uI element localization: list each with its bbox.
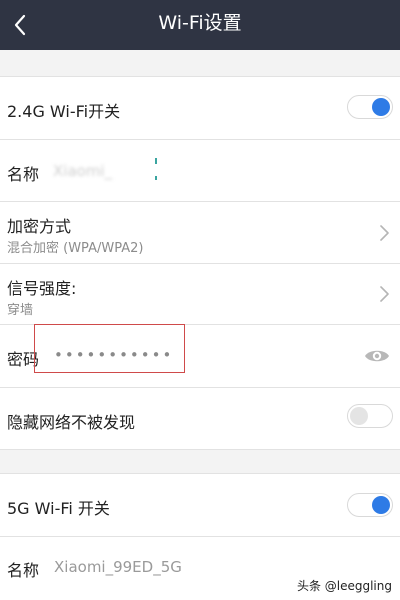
hidden-network-label: 隐藏网络不被发现	[7, 413, 136, 432]
chevron-right-icon	[380, 225, 389, 241]
chevron-right-icon	[380, 286, 389, 302]
wifi-24g-name-label: 名称	[7, 165, 40, 184]
signal-strength-value: 穿墙	[7, 303, 34, 318]
wifi-5g-name-value: Xiaomi_99ED_5G	[54, 558, 182, 576]
wifi-24g-toggle[interactable]	[347, 95, 393, 119]
text-cursor-mark	[155, 176, 157, 180]
toggle-knob	[350, 407, 368, 425]
eye-icon[interactable]	[364, 347, 390, 365]
toggle-knob	[372, 98, 390, 116]
wifi-24g-switch-row: 2.4G Wi-Fi开关	[0, 77, 400, 139]
wifi-5g-switch-row: 5G Wi-Fi 开关	[0, 474, 400, 536]
divider	[0, 449, 400, 450]
wifi-5g-switch-label: 5G Wi-Fi 开关	[7, 499, 110, 518]
watermark: 头条 @leeggling	[296, 579, 392, 593]
encryption-value: 混合加密 (WPA/WPA2)	[7, 241, 144, 256]
encryption-row[interactable]: 加密方式 混合加密 (WPA/WPA2)	[0, 202, 400, 263]
encryption-label: 加密方式	[7, 217, 72, 236]
wifi-24g-name-value: Xiaomi_	[53, 162, 113, 180]
hidden-network-toggle[interactable]	[347, 404, 393, 428]
text-cursor-mark	[155, 158, 157, 164]
wifi-5g-toggle[interactable]	[347, 493, 393, 517]
password-highlight-box	[34, 324, 185, 373]
page-title: Wi-Fi设置	[158, 12, 242, 34]
hidden-network-row: 隐藏网络不被发现	[0, 388, 400, 449]
wifi-5g-name-label: 名称	[7, 561, 40, 580]
signal-strength-row[interactable]: 信号强度: 穿墙	[0, 264, 400, 324]
signal-strength-label: 信号强度:	[7, 279, 77, 298]
wifi-24g-switch-label: 2.4G Wi-Fi开关	[7, 102, 121, 121]
title-bar: Wi-Fi设置	[0, 0, 400, 50]
wifi-24g-name-row[interactable]: 名称 Xiaomi_	[0, 140, 400, 201]
toggle-knob	[372, 496, 390, 514]
